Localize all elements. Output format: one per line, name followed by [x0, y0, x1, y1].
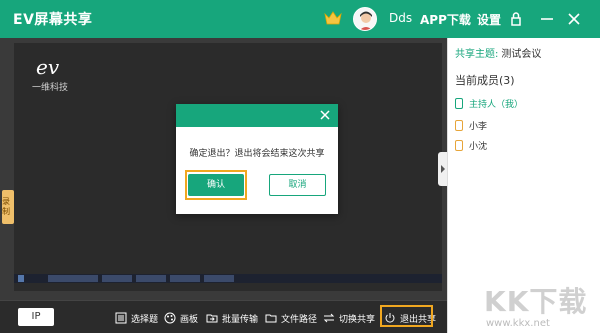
brand-logo: ev 一维科技	[32, 55, 69, 93]
ip-button[interactable]: IP	[18, 308, 54, 326]
palette-icon	[164, 312, 176, 324]
crown-icon[interactable]	[324, 10, 342, 26]
members-title: 当前成员(3)	[455, 74, 515, 87]
minimize-icon[interactable]	[537, 9, 557, 29]
tool-file-path[interactable]: 文件路径	[265, 310, 317, 326]
start-icon	[18, 275, 24, 282]
member-item[interactable]: 小李	[455, 118, 487, 132]
tool-batch-transfer[interactable]: 批量传输	[206, 310, 258, 326]
app-title: EV屏幕共享	[13, 12, 93, 28]
task-item	[204, 275, 234, 282]
lock-icon[interactable]	[506, 9, 526, 29]
dialog-message: 确定退出？退出将会结束这次共享	[189, 149, 325, 159]
username[interactable]: Dds	[389, 11, 412, 25]
tool-choice[interactable]: 选择题	[115, 310, 158, 326]
cancel-button[interactable]: 取消	[269, 174, 326, 196]
task-item	[102, 275, 132, 282]
tool-switch-share[interactable]: 切换共享	[323, 310, 375, 326]
tool-palette[interactable]: 画板	[164, 310, 198, 326]
confirm-button[interactable]: 确认	[188, 174, 244, 196]
list-icon	[115, 312, 127, 324]
member-item-host[interactable]: 主持人（我）	[455, 96, 523, 110]
settings-link[interactable]: 设置	[477, 11, 501, 28]
folder-transfer-icon	[206, 314, 218, 323]
phone-icon	[455, 119, 463, 131]
record-tab[interactable]: 录制	[2, 190, 14, 224]
task-item	[48, 275, 98, 282]
phone-icon	[455, 97, 463, 109]
remote-taskbar	[14, 274, 442, 283]
swap-icon	[323, 313, 335, 323]
member-item[interactable]: 小沈	[455, 138, 487, 152]
exit-share-highlight	[380, 305, 433, 327]
close-icon[interactable]	[564, 9, 584, 29]
task-item	[170, 275, 200, 282]
dialog-header	[176, 104, 338, 127]
title-bar: EV屏幕共享 Dds APP下载 设置	[0, 0, 600, 38]
phone-icon	[455, 139, 463, 151]
share-topic: 共享主题: 测试会议	[455, 49, 542, 60]
chevron-right-icon	[441, 165, 445, 173]
task-item	[136, 275, 166, 282]
close-icon[interactable]	[318, 108, 332, 122]
folder-icon	[265, 314, 277, 323]
avatar[interactable]	[353, 7, 377, 31]
app-download-link[interactable]: APP下载	[420, 11, 471, 28]
watermark: KK下载 www.kkx.net	[484, 285, 588, 329]
